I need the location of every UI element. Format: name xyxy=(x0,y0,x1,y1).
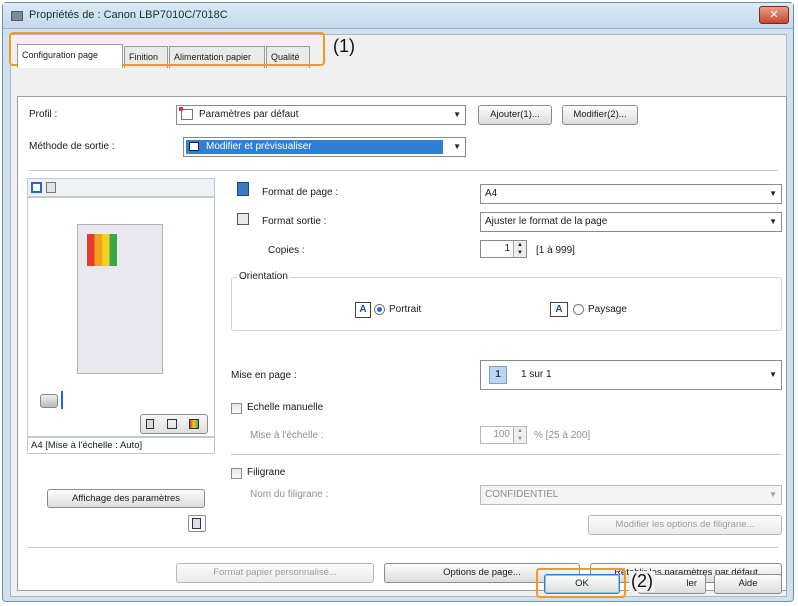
output-size-icon xyxy=(237,213,249,225)
sheet-icon xyxy=(192,518,201,529)
layout-page-icon: 1 xyxy=(489,366,507,384)
chevron-down-icon: ▼ xyxy=(769,217,777,226)
chevron-down-icon: ▼ xyxy=(769,490,777,499)
watermark-name-label: Nom du filigrane : xyxy=(250,489,329,500)
landscape-icon: A xyxy=(550,302,568,317)
window-title: Propriétés de : Canon LBP7010C/7018C xyxy=(29,9,228,21)
preview-image xyxy=(87,234,117,266)
add-profile-button[interactable]: Ajouter(1)... xyxy=(478,105,552,125)
close-button[interactable]: ✕ xyxy=(759,6,789,24)
copies-value: 1 xyxy=(504,243,510,254)
spin-arrows-icon[interactable]: ▲ ▼ xyxy=(513,241,526,257)
page-preview xyxy=(27,197,215,437)
separator xyxy=(231,454,782,455)
output-method-label: Méthode de sortie : xyxy=(29,141,115,152)
profile-icon-mark xyxy=(179,106,183,111)
layout-value: 1 sur 1 xyxy=(521,369,552,380)
preview-status: A4 [Mise à l'échelle : Auto] xyxy=(27,437,215,454)
page-size-value: A4 xyxy=(485,188,498,199)
paper-output-icon xyxy=(61,391,63,409)
preview-toolbar xyxy=(27,178,215,197)
tab-panel: Profil : Paramètres par défaut ▼ Ajouter… xyxy=(17,96,787,591)
preview-mode-icon xyxy=(189,142,199,151)
copies-range: [1 à 999] xyxy=(536,245,575,256)
color-icon xyxy=(189,419,199,429)
chevron-down-icon: ▼ xyxy=(453,142,461,151)
portrait-radio[interactable] xyxy=(374,304,385,315)
callout-1: (1) xyxy=(333,36,355,56)
output-size-label: Format sortie : xyxy=(262,216,327,227)
output-size-value: Ajuster le format de la page xyxy=(485,216,608,227)
page-size-icon xyxy=(237,182,249,196)
separator xyxy=(28,547,778,548)
watermark-label: Filigrane xyxy=(247,467,286,478)
watermark-name-combo[interactable]: CONFIDENTIEL ▼ xyxy=(480,485,782,505)
preview-page xyxy=(77,224,163,374)
show-settings-button[interactable]: Affichage des paramètres xyxy=(47,489,205,508)
page-size-combo[interactable]: A4 ▼ xyxy=(480,184,782,204)
output-method-combo[interactable]: Modifier et prévisualiser ▼ xyxy=(183,137,466,157)
printer-icon xyxy=(40,394,58,408)
dialog-window: Propriétés de : Canon LBP7010C/7018C ✕ C… xyxy=(2,2,794,602)
copies-label: Copies : xyxy=(268,245,305,256)
profile-label: Profil : xyxy=(29,109,58,120)
profile-value: Paramètres par défaut xyxy=(199,109,299,120)
copies-stepper[interactable]: 1 ▲ ▼ xyxy=(480,240,527,258)
separator xyxy=(28,170,778,171)
scale-label: Mise à l'échelle : xyxy=(250,430,324,441)
booklet-icon xyxy=(167,419,177,429)
ok-highlight xyxy=(536,568,626,598)
callout-2: (2) xyxy=(629,571,655,592)
landscape-label: Paysage xyxy=(588,304,627,315)
layout-switch-button[interactable] xyxy=(140,414,208,434)
chevron-down-icon: ▼ xyxy=(453,110,461,119)
help-button[interactable]: Aide xyxy=(714,574,782,594)
watermark-checkbox[interactable] xyxy=(231,468,242,479)
layout-combo[interactable]: 1 1 sur 1 ▼ xyxy=(480,360,782,390)
manual-scaling-label: Echelle manuelle xyxy=(247,402,324,413)
scale-value: 100 xyxy=(493,429,510,440)
custom-paper-button[interactable]: Format papier personnalisé... xyxy=(176,563,374,583)
printer-icon xyxy=(11,11,23,21)
landscape-radio[interactable] xyxy=(573,304,584,315)
portrait-icon: A xyxy=(355,302,371,318)
profile-icon xyxy=(179,106,193,120)
dialog-client: Configuration page Finition Alimentation… xyxy=(10,34,787,597)
single-side-icon xyxy=(146,419,154,429)
portrait-label: Portrait xyxy=(389,304,422,315)
page-size-label: Format de page : xyxy=(262,187,339,198)
manual-scaling-checkbox[interactable] xyxy=(231,403,242,414)
profile-combo[interactable]: Paramètres par défaut ▼ xyxy=(176,105,466,125)
layout-label: Mise en page : xyxy=(231,370,297,381)
page-view-icon[interactable] xyxy=(31,182,42,193)
scale-stepper[interactable]: 100 ▲ ▼ xyxy=(480,426,527,444)
edit-profile-button[interactable]: Modifier(2)... xyxy=(562,105,638,125)
title-bar[interactable]: Propriétés de : Canon LBP7010C/7018C ✕ xyxy=(3,3,793,29)
chevron-down-icon: ▼ xyxy=(769,370,777,379)
spin-arrows-icon[interactable]: ▲ ▼ xyxy=(513,427,526,443)
output-size-combo[interactable]: Ajuster le format de la page ▼ xyxy=(480,212,782,232)
watermark-options-button[interactable]: Modifier les options de filigrane... xyxy=(588,515,782,535)
tab-page-setup[interactable]: Configuration page xyxy=(17,44,123,68)
scale-range: % [25 à 200] xyxy=(534,430,591,441)
chevron-down-icon: ▼ xyxy=(769,189,777,198)
watermark-name-value: CONFIDENTIEL xyxy=(485,489,559,500)
orientation-group xyxy=(231,277,782,331)
orientation-label: Orientation xyxy=(237,271,290,282)
output-method-value: Modifier et prévisualiser xyxy=(206,141,312,152)
printer-view-icon[interactable] xyxy=(46,182,56,193)
restore-preview-icon[interactable] xyxy=(188,515,206,532)
